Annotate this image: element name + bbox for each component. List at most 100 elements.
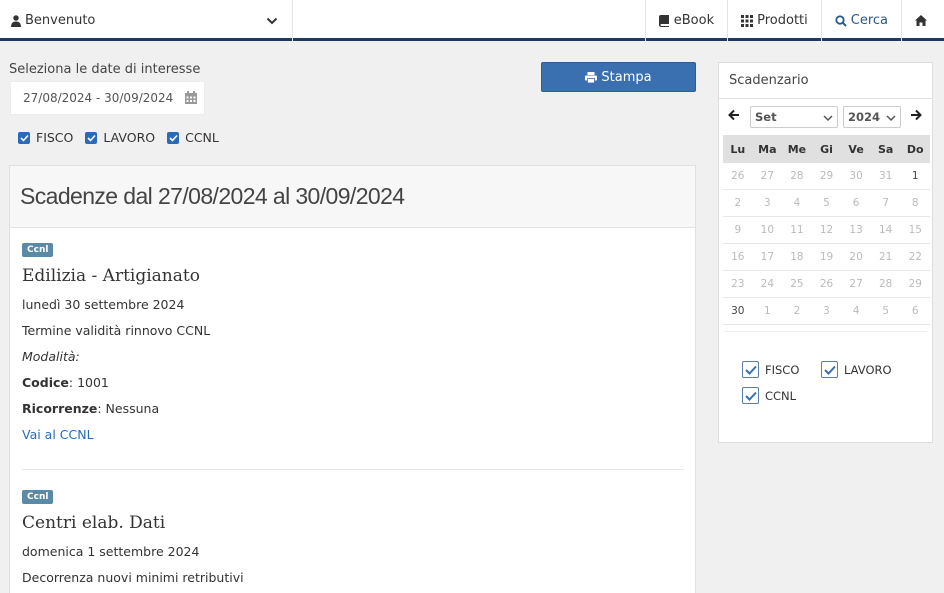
calendar-weekday: Me	[787, 142, 807, 156]
filter-ccnl[interactable]: CCNL	[167, 130, 219, 145]
legend-lavoro[interactable]: LAVORO	[821, 361, 892, 378]
nav-cerca[interactable]: Cerca	[820, 0, 901, 41]
calendar-day[interactable]: 30	[841, 163, 871, 189]
calendar-day[interactable]: 20	[841, 244, 871, 270]
entry-codice-label: Codice	[22, 375, 69, 390]
calendar-day[interactable]: 5	[871, 298, 901, 324]
calendar-day[interactable]: 3	[753, 190, 783, 216]
calendar-day[interactable]: 18	[782, 244, 812, 270]
legend-ccnl[interactable]: CCNL	[742, 387, 796, 404]
legend-lavoro-label: LAVORO	[844, 362, 892, 377]
calendar-day[interactable]: 14	[871, 217, 901, 243]
calendar-day[interactable]: 30	[723, 298, 753, 324]
calendar-grid: Lu Ma Me Gi Ve Sa Do 26 27 28 29 30 31 1 2 3 4 5 6 7 8 9 10 11 1…	[723, 135, 930, 325]
calendar-day[interactable]: 26	[723, 163, 753, 189]
top-bar: Benvenuto eBook Prodotti Cerca	[0, 0, 944, 41]
calendar-day[interactable]: 12	[812, 217, 842, 243]
calendar-day[interactable]: 10	[753, 217, 783, 243]
year-select[interactable]: 2024	[843, 106, 901, 128]
filter-ccnl-label: CCNL	[185, 130, 219, 145]
calendar-day[interactable]: 6	[900, 298, 930, 324]
nav-home[interactable]	[901, 0, 944, 41]
entry-description: Decorrenza nuovi minimi retributivi	[22, 570, 244, 585]
calendar-day[interactable]: 16	[723, 244, 753, 270]
calendar-day[interactable]: 8	[900, 190, 930, 216]
calendar-day[interactable]: 5	[812, 190, 842, 216]
calendar-day[interactable]: 29	[812, 163, 842, 189]
calendar-day[interactable]: 27	[753, 163, 783, 189]
month-select[interactable]: Set	[750, 106, 838, 128]
scadenzario-panel: Scadenzario Set 2024 Lu Ma Me Gi Ve Sa Do 26 27 2…	[718, 62, 933, 443]
calendar-week-row: 23 24 25 26 27 28 29	[723, 271, 930, 298]
calendar-day[interactable]: 3	[812, 298, 842, 324]
legend-ccnl-label: CCNL	[765, 388, 797, 403]
calendar-day[interactable]: 23	[723, 271, 753, 297]
calendar-day[interactable]: 27	[841, 271, 871, 297]
entry-title: Edilizia - Artigianato	[22, 266, 200, 286]
date-range-input[interactable]: 27/08/2024 - 30/09/2024	[10, 81, 205, 115]
calendar-icon[interactable]	[184, 91, 198, 105]
calendar-week-row: 9 10 11 12 13 14 15	[723, 217, 930, 244]
arrow-left-icon[interactable]	[728, 109, 740, 121]
year-select-value: 2024	[848, 110, 881, 124]
checkbox-checked-icon[interactable]	[85, 131, 98, 144]
calendar-day[interactable]: 4	[841, 298, 871, 324]
calendar-day[interactable]: 4	[782, 190, 812, 216]
entry-title: Centri elab. Dati	[22, 513, 166, 533]
calendar-day[interactable]: 26	[812, 271, 842, 297]
calendar-day[interactable]: 29	[900, 271, 930, 297]
calendar-day[interactable]: 9	[723, 217, 753, 243]
nav-prodotti-label: Prodotti	[757, 13, 808, 28]
checkbox-checked-icon[interactable]	[167, 131, 180, 144]
calendar-week-row: 2345678	[723, 190, 930, 217]
entry-ricorrenze-value: : Nessuna	[97, 401, 160, 416]
calendar-day[interactable]: 1	[900, 163, 930, 189]
calendar-day[interactable]: 28	[871, 271, 901, 297]
calendar-day[interactable]: 19	[812, 244, 842, 270]
legend-fisco[interactable]: FISCO	[742, 361, 799, 378]
filter-fisco[interactable]: FISCO	[18, 130, 73, 145]
calendar-day[interactable]: 17	[753, 244, 783, 270]
checkbox-checked-icon[interactable]	[742, 361, 759, 378]
entry-ricorrenze: Ricorrenze: Nessuna	[22, 401, 210, 416]
calendar-weekday: Ma	[758, 142, 777, 156]
calendar-day[interactable]: 2	[782, 298, 812, 324]
calendar-weekday: Gi	[820, 142, 833, 156]
grid-icon	[741, 14, 754, 27]
arrow-right-icon[interactable]	[910, 109, 922, 121]
calendar-day[interactable]: 6	[841, 190, 871, 216]
nav-ebook[interactable]: eBook	[644, 0, 727, 41]
calendar-day[interactable]: 1	[753, 298, 783, 324]
calendar-day[interactable]: 31	[871, 163, 901, 189]
ccnl-link[interactable]: Vai al CCNL	[22, 427, 210, 442]
calendar-weekday: Do	[906, 142, 924, 156]
calendar-day[interactable]: 11	[782, 217, 812, 243]
category-badge: Ccnl	[22, 490, 54, 504]
calendar-day[interactable]: 22	[900, 244, 930, 270]
deadline-entry: Ccnl Centri elab. Dati domenica 1 settem…	[22, 488, 244, 585]
user-menu[interactable]: Benvenuto	[0, 0, 293, 41]
filter-fisco-label: FISCO	[36, 130, 74, 145]
chevron-down-icon	[823, 115, 833, 122]
calendar-day[interactable]: 2	[723, 190, 753, 216]
calendar-day[interactable]: 24	[753, 271, 783, 297]
nav-prodotti[interactable]: Prodotti	[727, 0, 821, 41]
calendar-day[interactable]: 28	[782, 163, 812, 189]
calendar-day[interactable]: 15	[900, 217, 930, 243]
date-range-label: Seleziona le date di interesse	[9, 62, 201, 77]
calendar-weekday-row: Lu Ma Me Gi Ve Sa Do	[723, 135, 930, 163]
entry-codice-value: : 1001	[68, 375, 109, 390]
print-button[interactable]: Stampa	[541, 62, 696, 92]
calendar-weekday: Sa	[878, 142, 894, 156]
top-nav: eBook Prodotti Cerca	[644, 0, 944, 41]
calendar-day[interactable]: 21	[871, 244, 901, 270]
print-button-label: Stampa	[601, 69, 652, 85]
calendar-day[interactable]: 13	[841, 217, 871, 243]
date-range-value: 27/08/2024 - 30/09/2024	[23, 91, 174, 105]
checkbox-checked-icon[interactable]	[18, 131, 30, 144]
checkbox-checked-icon[interactable]	[742, 387, 759, 404]
filter-lavoro[interactable]: LAVORO	[85, 130, 155, 145]
calendar-day[interactable]: 7	[871, 190, 901, 216]
calendar-day[interactable]: 25	[782, 271, 812, 297]
checkbox-checked-icon[interactable]	[821, 361, 838, 378]
